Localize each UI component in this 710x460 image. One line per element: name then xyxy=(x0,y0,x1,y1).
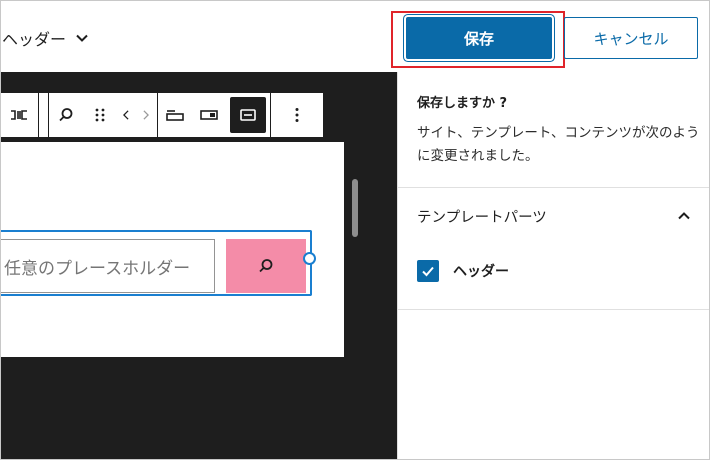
template-title: ヘッダー xyxy=(2,30,67,49)
search-icon xyxy=(59,108,73,122)
block-toolbar xyxy=(0,92,324,138)
button-inside-icon xyxy=(200,110,218,120)
editor-canvas: 任意のプレースホルダー xyxy=(0,72,397,460)
move-left-button[interactable] xyxy=(117,93,135,137)
entity-checkbox-row[interactable]: ヘッダー xyxy=(417,260,509,282)
search-input[interactable]: 任意のプレースホルダー xyxy=(0,239,215,293)
button-outside-icon xyxy=(166,110,184,121)
block-type-button[interactable] xyxy=(49,93,83,137)
entity-checkbox-label: ヘッダー xyxy=(453,264,509,280)
parent-block-button[interactable] xyxy=(0,93,38,137)
search-block[interactable]: 任意のプレースホルダー xyxy=(0,230,316,296)
more-vertical-icon xyxy=(295,108,299,122)
drag-handle-icon xyxy=(95,108,105,122)
panel-title: テンプレートパーツ xyxy=(417,209,547,226)
entity-checkbox[interactable] xyxy=(417,260,439,282)
template-part-block[interactable]: 任意のプレースホルダー xyxy=(0,142,344,357)
save-panel: 保存しますか ? サイト、テンプレート、コンテンツが次のように変更されました。 … xyxy=(397,72,710,460)
template-parts-panel: テンプレートパーツ ヘッダー xyxy=(398,187,710,310)
template-title-dropdown[interactable]: ヘッダー xyxy=(2,26,90,50)
chevron-down-icon xyxy=(76,34,88,42)
editor-header: ヘッダー 保存 キャンセル xyxy=(0,0,710,73)
save-panel-title: 保存しますか ? xyxy=(417,96,508,111)
template-parts-panel-toggle[interactable]: テンプレートパーツ xyxy=(417,204,692,228)
canvas-scrollbar[interactable] xyxy=(352,179,358,237)
more-options-button[interactable] xyxy=(271,93,323,137)
toolbar-gap xyxy=(39,93,48,137)
search-icon xyxy=(259,259,273,273)
button-only-toggle[interactable] xyxy=(230,97,266,133)
button-inside-button[interactable] xyxy=(192,93,226,137)
chevron-left-icon xyxy=(123,110,129,120)
save-panel-description: サイト、テンプレート、コンテンツが次のように変更されました。 xyxy=(417,125,700,164)
drag-handle[interactable] xyxy=(83,93,117,137)
checkmark-icon xyxy=(422,266,434,277)
chevron-up-icon xyxy=(678,212,690,220)
move-right-button[interactable] xyxy=(135,93,157,137)
toolbar-group-block xyxy=(48,93,158,137)
save-panel-intro: 保存しますか ? サイト、テンプレート、コンテンツが次のように変更されました。 xyxy=(398,72,710,188)
toolbar-group-layout xyxy=(158,93,271,137)
cancel-button[interactable]: キャンセル xyxy=(564,17,698,59)
button-only-icon xyxy=(240,109,256,121)
toolbar-group-options xyxy=(271,93,323,137)
resize-handle[interactable] xyxy=(303,252,316,265)
chevron-right-icon xyxy=(143,110,149,120)
toolbar-group-parent xyxy=(0,93,39,137)
search-button[interactable] xyxy=(226,239,306,293)
columns-icon xyxy=(11,110,27,120)
label-position-button[interactable] xyxy=(158,93,192,137)
save-button[interactable]: 保存 xyxy=(406,17,552,59)
